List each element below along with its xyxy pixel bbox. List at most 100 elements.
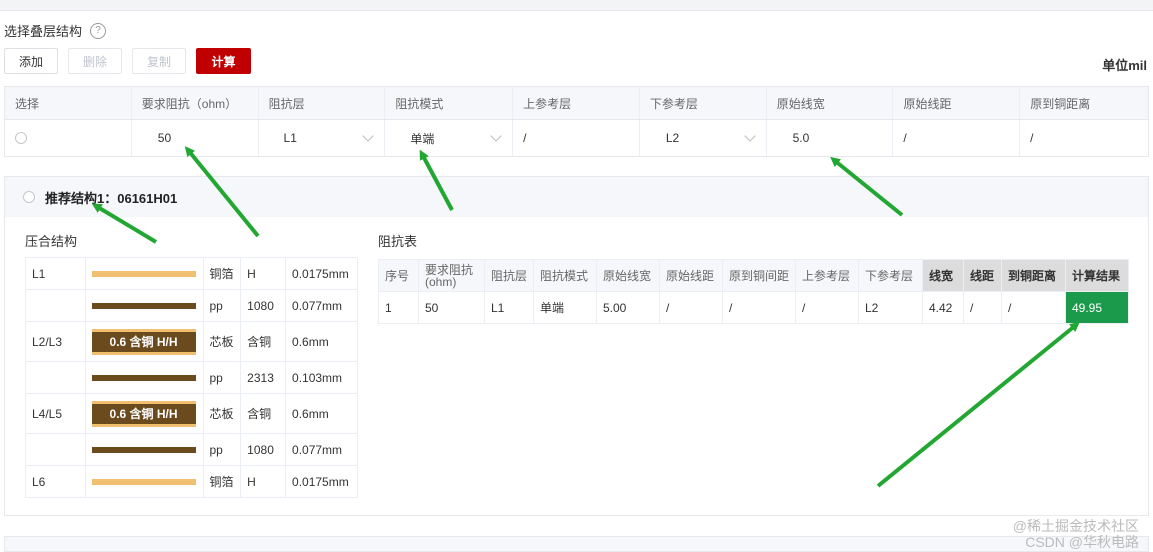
impedance-cell: / xyxy=(659,291,723,324)
params-header-lower-ref: 下参考层 xyxy=(640,87,767,119)
core-bar: 0.6 含铜 H/H xyxy=(91,328,196,355)
stack-thickness: 0.077mm xyxy=(285,433,358,466)
copper-dist-value: / xyxy=(1030,131,1034,145)
impedance-header-cell: 阻抗模式 xyxy=(533,259,597,292)
params-table: 选择 要求阻抗（ohm） 阻抗层 阻抗模式 上参考层 下参考层 原始线宽 原始线… xyxy=(4,86,1149,157)
impedance-table: 序号 要求阻抗(ohm) 阻抗层 阻抗模式 原始线宽 原始线距 原到铜间距 上参考层 下参考层线… xyxy=(378,259,1129,324)
toolbar: 添加 删除 复制 计算 xyxy=(4,48,251,74)
section-title-text: 选择叠层结构 xyxy=(4,24,83,39)
copper-foil-bar xyxy=(91,270,196,277)
stack-thickness: 0.6mm xyxy=(285,393,358,434)
chevron-down-icon xyxy=(490,130,502,142)
stack-row: L4/L5 0.6 含铜 H/H 芯板 含铜 0.6mm xyxy=(25,393,358,434)
stack-bar-cell: 0.6 含铜 H/H xyxy=(84,393,204,434)
copper-dist-cell[interactable]: / xyxy=(1020,120,1148,156)
impedance-header-cell: 到铜距离 xyxy=(1001,259,1066,292)
stack-thickness: 0.0175mm xyxy=(285,257,358,290)
impedance-cell: 4.42 xyxy=(922,291,964,324)
impedance-input[interactable]: 50 xyxy=(132,120,259,156)
impedance-header-cell: 原到铜间距 xyxy=(722,259,796,292)
impedance-header-cell: 原始线宽 xyxy=(596,259,660,292)
calculate-button[interactable]: 计算 xyxy=(196,48,251,74)
row-select-radio[interactable] xyxy=(15,132,27,144)
params-header-row: 选择 要求阻抗（ohm） 阻抗层 阻抗模式 上参考层 下参考层 原始线宽 原始线… xyxy=(5,87,1148,120)
stack-material: 铜箔 xyxy=(202,465,242,498)
width-value: 5.0 xyxy=(792,131,810,145)
stack-thickness: 0.077mm xyxy=(285,289,358,322)
impedance-header-cell: 下参考层 xyxy=(858,259,923,292)
stack-row: L2/L3 0.6 含铜 H/H 芯板 含铜 0.6mm xyxy=(25,321,358,362)
calc-result-cell: 49.95 xyxy=(1065,291,1129,324)
stack-row: pp 1080 0.077mm xyxy=(25,289,358,322)
delete-button[interactable]: 删除 xyxy=(68,48,122,74)
stack-material: 芯板 xyxy=(202,393,242,434)
stack-material: pp xyxy=(202,433,242,466)
copy-button[interactable]: 复制 xyxy=(132,48,186,74)
stack-material: pp xyxy=(202,289,242,322)
stack-bar-cell xyxy=(84,465,204,498)
impedance-cell: 单端 xyxy=(533,291,597,324)
stack-row: pp 2313 0.103mm xyxy=(25,361,358,394)
impedance-cell: L2 xyxy=(858,291,923,324)
width-input[interactable]: 5.0 xyxy=(767,120,894,156)
pp-bar xyxy=(91,446,196,453)
stack-layer: L4/L5 xyxy=(25,393,86,434)
params-header-mode: 阻抗模式 xyxy=(385,87,514,119)
stack-layer: L1 xyxy=(25,257,86,290)
lower-ref-select[interactable]: L2 xyxy=(640,120,767,156)
pp-bar xyxy=(91,302,196,309)
impedance-header-cell: 计算结果 xyxy=(1065,259,1129,292)
next-panel-strip xyxy=(4,536,1149,552)
upper-ref-cell[interactable]: / xyxy=(513,120,640,156)
recommended-select-radio[interactable] xyxy=(23,191,35,203)
impedance-header-cell: 原始线距 xyxy=(659,259,723,292)
lower-ref-value: L2 xyxy=(665,131,680,145)
impedance-header-cell: 线距 xyxy=(963,259,1002,292)
params-header-width: 原始线宽 xyxy=(767,87,894,119)
stack-bar-cell xyxy=(84,361,204,394)
stack-spec: H xyxy=(240,257,287,290)
add-button[interactable]: 添加 xyxy=(4,48,58,74)
params-header-upper-ref: 上参考层 xyxy=(513,87,640,119)
stack-row: pp 1080 0.077mm xyxy=(25,433,358,466)
layer-value: L1 xyxy=(283,131,297,145)
stack-bar-cell xyxy=(84,289,204,322)
stack-spec: H xyxy=(240,465,287,498)
stack-layer: L2/L3 xyxy=(25,321,86,362)
stack-spec: 1080 xyxy=(240,433,287,466)
params-header-layer: 阻抗层 xyxy=(259,87,386,119)
params-row: 50 L1 单端 / L2 5.0 / / xyxy=(5,120,1148,156)
params-header-spacing: 原始线距 xyxy=(893,87,1021,119)
impedance-table-title: 阻抗表 xyxy=(378,234,418,249)
mode-select[interactable]: 单端 xyxy=(385,120,514,156)
stack-row: L6 铜箔 H 0.0175mm xyxy=(25,465,358,498)
stack-row: L1 铜箔 H 0.0175mm xyxy=(25,257,358,290)
stack-spec: 2313 xyxy=(240,361,287,394)
top-bar xyxy=(0,0,1153,11)
stack-title: 压合结构 xyxy=(25,234,78,249)
pp-bar xyxy=(91,374,196,381)
layer-select[interactable]: L1 xyxy=(259,120,386,156)
stack-material: 铜箔 xyxy=(202,257,242,290)
impedance-cell: / xyxy=(722,291,796,324)
stack-thickness: 0.0175mm xyxy=(285,465,358,498)
impedance-cell: / xyxy=(963,291,1002,324)
stack-table: L1 铜箔 H 0.0175mm pp 1080 0.077mm L2/L3 0.6 含铜 H/… xyxy=(25,257,358,498)
stack-bar-cell xyxy=(84,257,204,290)
impedance-cell: 5.00 xyxy=(596,291,660,324)
core-bar: 0.6 含铜 H/H xyxy=(91,400,196,427)
stack-bar-cell xyxy=(84,433,204,466)
params-header-copper-dist: 原到铜距离 xyxy=(1030,96,1091,111)
stack-layer xyxy=(25,289,86,322)
stack-layer: L6 xyxy=(25,465,86,498)
impedance-value: 50 xyxy=(157,131,172,145)
unit-label: 单位mil xyxy=(1102,58,1147,73)
impedance-header-cell: 序号 xyxy=(378,259,419,292)
stack-material: 芯板 xyxy=(202,321,242,362)
stack-layer xyxy=(25,361,86,394)
spacing-value: / xyxy=(903,131,907,145)
help-icon[interactable]: ? xyxy=(90,22,107,39)
spacing-cell[interactable]: / xyxy=(893,120,1021,156)
stack-layer xyxy=(25,433,86,466)
recommended-structure-panel: 推荐结构1：06161H01 压合结构 L1 铜箔 H 0.0175mm pp 1080 0… xyxy=(4,176,1149,516)
